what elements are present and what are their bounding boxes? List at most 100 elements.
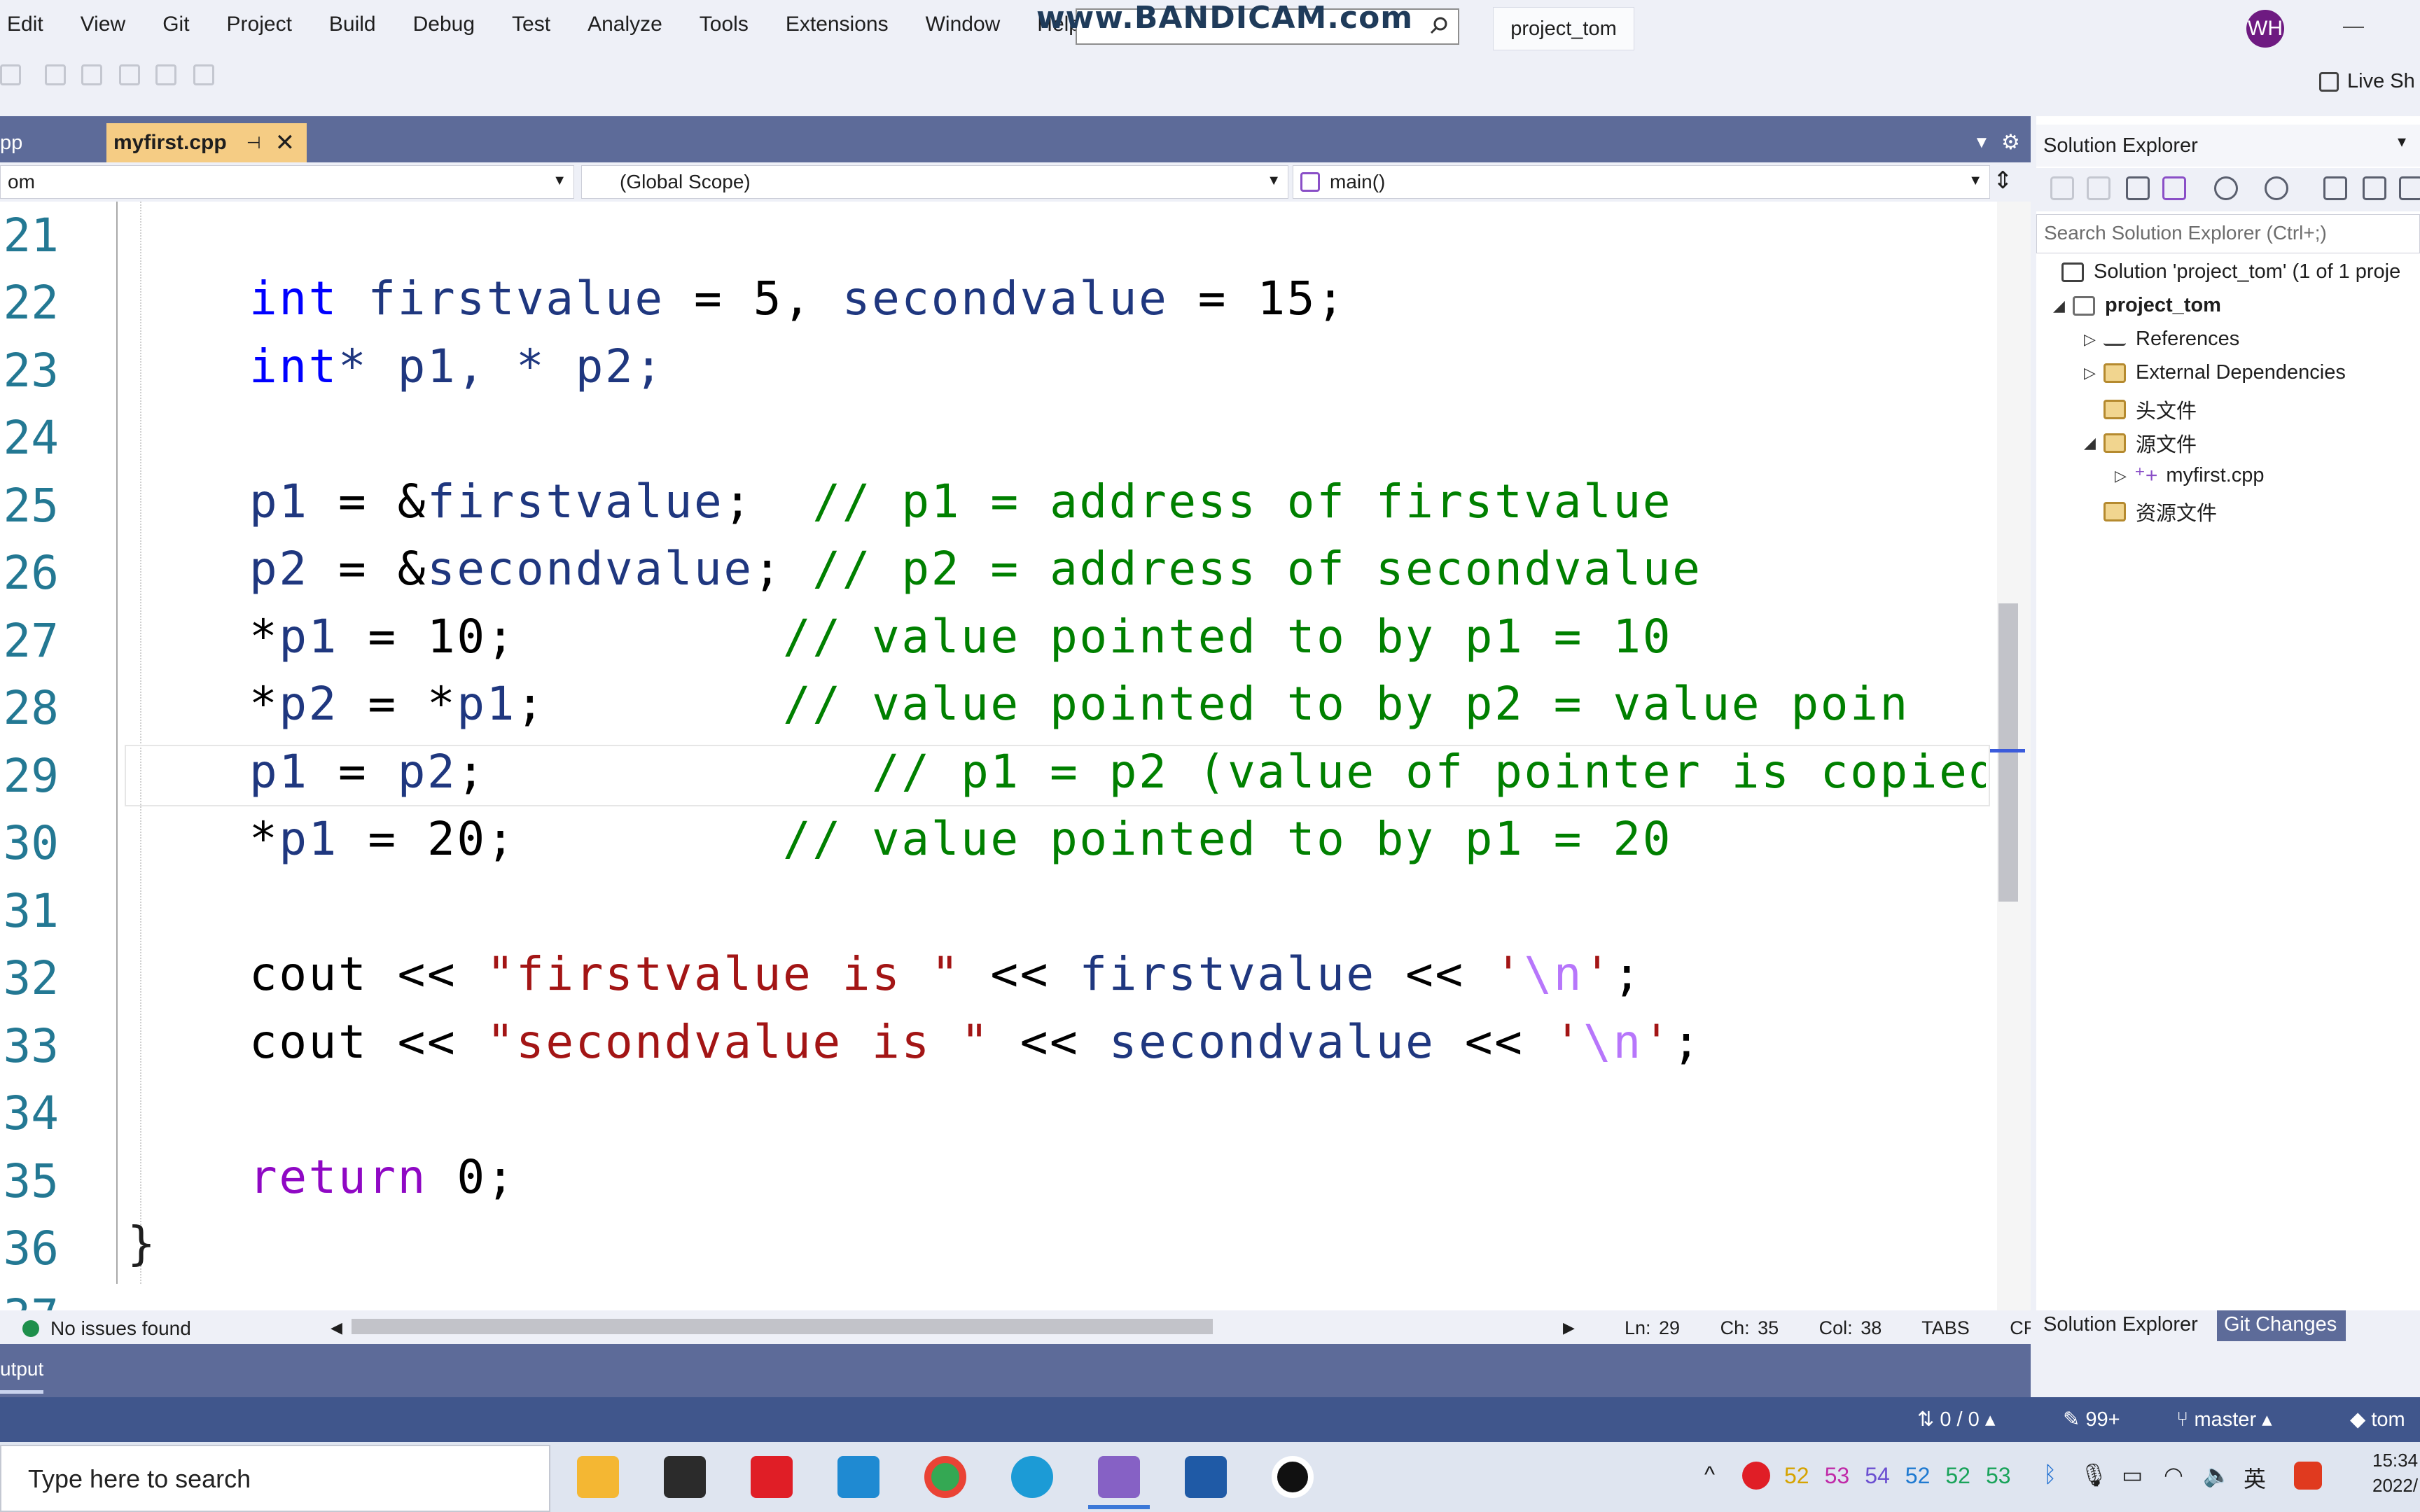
system-clock[interactable]: 15:34 2022/ (2372, 1448, 2418, 1498)
toolbar-icon[interactable] (45, 64, 66, 85)
tree-references[interactable]: ▷ References (2084, 328, 2239, 351)
code-line-25[interactable]: p1 = &firstvalue; // p1 = address of fir… (249, 475, 1672, 528)
code-line-30[interactable]: *p1 = 20; // value pointed to by p1 = 20 (249, 812, 1672, 866)
minimize-icon[interactable] (2343, 27, 2364, 28)
vscode-icon[interactable] (837, 1456, 879, 1498)
show-all-files-icon[interactable] (2399, 176, 2420, 200)
code-line-32[interactable]: cout << "firstvalue is " << firstvalue <… (249, 947, 1643, 1001)
code-line-35[interactable]: return 0; (249, 1150, 516, 1204)
solution-name-badge[interactable]: project_tom (1493, 7, 1634, 50)
youdao-dictionary-icon[interactable] (751, 1456, 793, 1498)
menu-view[interactable]: View (81, 13, 125, 36)
expanded-arrow-icon[interactable]: ◢ (2084, 434, 2103, 452)
code-line-22[interactable]: int firstvalue = 5, secondvalue = 15; (249, 272, 1346, 326)
solution-search-input[interactable]: Search Solution Explorer (Ctrl+;) (2036, 214, 2420, 253)
code-line-29[interactable]: p1 = p2; // p1 = p2 (value of pointer is… (249, 745, 1986, 799)
battery-icon[interactable]: ▭ (2122, 1462, 2143, 1488)
code-line-33[interactable]: cout << "secondvalue is " << secondvalue… (249, 1015, 1702, 1069)
file-explorer-icon[interactable] (577, 1456, 619, 1498)
code-line-26[interactable]: p2 = &secondvalue; // p2 = address of se… (249, 542, 1702, 596)
char-indicator[interactable]: Ch: 35 (1720, 1317, 1779, 1338)
tab-previous-file[interactable]: pp (0, 125, 105, 162)
close-icon[interactable]: ✕ (275, 129, 295, 157)
issues-indicator[interactable]: No issues found (22, 1317, 191, 1340)
volume-icon[interactable]: 🔈 (2203, 1462, 2231, 1488)
toolbar-icon[interactable] (155, 64, 176, 85)
pin-icon[interactable]: ⊣ (246, 133, 261, 153)
visual-studio-icon[interactable] (1098, 1456, 1140, 1498)
tree-solution[interactable]: Solution 'project_tom' (1 of 1 proje (2061, 260, 2400, 284)
tab-myfirst-cpp[interactable]: myfirst.cpp ⊣ ✕ (106, 123, 307, 162)
scroll-left-icon[interactable]: ◀ (331, 1319, 342, 1337)
tab-list-dropdown-icon[interactable]: ▼ (1973, 133, 1990, 153)
toolbar-icon[interactable] (0, 64, 21, 85)
indent-mode[interactable]: TABS (1921, 1317, 1970, 1338)
tray-app-icon[interactable] (1742, 1462, 1770, 1490)
edge-icon[interactable] (1011, 1456, 1053, 1498)
taskbar-search-input[interactable]: Type here to search (0, 1445, 550, 1512)
gear-icon[interactable]: ⚙ (2001, 130, 2020, 155)
forward-icon[interactable] (2087, 176, 2110, 200)
col-indicator[interactable]: Col: 38 (1819, 1317, 1882, 1338)
avatar[interactable]: WH (2246, 10, 2284, 48)
code-line-28[interactable]: *p2 = *p1; // value pointed to by p2 = v… (249, 677, 1986, 731)
wifi-icon[interactable]: ◠ (2164, 1462, 2183, 1488)
horizontal-scrollbar-thumb[interactable] (352, 1319, 1213, 1334)
terminal-icon[interactable] (664, 1456, 706, 1498)
scroll-right-icon[interactable]: ▶ (1563, 1319, 1575, 1337)
visio-icon[interactable] (1185, 1456, 1227, 1498)
globe-icon[interactable] (2214, 176, 2238, 200)
sogou-input-icon[interactable] (2294, 1462, 2322, 1490)
code-line-23[interactable]: int* p1, * p2; (249, 340, 665, 393)
collapse-all-icon[interactable] (2363, 176, 2386, 200)
collapsed-arrow-icon[interactable]: ▷ (2084, 364, 2103, 382)
code-line-27[interactable]: *p1 = 10; // value pointed to by p1 = 10 (249, 610, 1672, 664)
bluetooth-icon[interactable]: ᛒ (2043, 1462, 2057, 1488)
history-icon[interactable] (2265, 176, 2288, 200)
home-icon[interactable] (2126, 176, 2150, 200)
split-editor-icon[interactable]: ⇕ (1993, 167, 2013, 195)
expanded-arrow-icon[interactable]: ◢ (2053, 297, 2073, 315)
tree-resource-files[interactable]: 资源文件 (2103, 497, 2217, 526)
scope-dropdown[interactable]: (Global Scope) ▼ (581, 165, 1288, 199)
tree-header-files[interactable]: 头文件 (2103, 395, 2197, 424)
toolbar-icon[interactable] (193, 64, 214, 85)
menu-build[interactable]: Build (329, 13, 376, 36)
tree-source-files[interactable]: ◢ 源文件 (2084, 428, 2197, 458)
tab-git-changes[interactable]: Git Changes (2217, 1310, 2346, 1341)
recorder-icon[interactable] (1272, 1456, 1314, 1498)
tab-output[interactable]: utput (0, 1358, 43, 1380)
menu-tools[interactable]: Tools (700, 13, 749, 36)
tree-project[interactable]: ◢ project_tom (2053, 294, 2221, 317)
chrome-icon[interactable] (924, 1456, 966, 1498)
project-dropdown[interactable]: om ▼ (0, 165, 574, 199)
tab-solution-explorer[interactable]: Solution Explorer (2043, 1313, 2198, 1336)
chevron-down-icon[interactable]: ▾ (2398, 132, 2406, 152)
line-indicator[interactable]: Ln: 29 (1625, 1317, 1680, 1338)
sync-status[interactable]: ⇅ 0 / 0 ▴ (1917, 1407, 1995, 1432)
closing-brace[interactable]: } (127, 1217, 155, 1270)
microphone-icon[interactable]: 🎙 (2080, 1462, 2108, 1488)
vs-switch-views-icon[interactable] (2162, 176, 2186, 200)
menu-git[interactable]: Git (162, 13, 189, 36)
branch-selector[interactable]: ⑂ master ▴ (2176, 1407, 2272, 1432)
menu-project[interactable]: Project (227, 13, 292, 36)
tree-file-myfirst-cpp[interactable]: ▷ ⁺+ myfirst.cpp (2115, 463, 2265, 488)
menu-debug[interactable]: Debug (413, 13, 475, 36)
tree-external-dependencies[interactable]: ▷ External Dependencies (2084, 361, 2346, 384)
menu-extensions[interactable]: Extensions (786, 13, 889, 36)
menu-analyze[interactable]: Analyze (587, 13, 662, 36)
back-icon[interactable] (2050, 176, 2074, 200)
toolbar-icon[interactable] (81, 64, 102, 85)
vertical-scrollbar-thumb[interactable] (1998, 603, 2018, 902)
menu-edit[interactable]: Edit (7, 13, 43, 36)
ime-indicator[interactable]: 英 (2244, 1462, 2266, 1494)
collapsed-arrow-icon[interactable]: ▷ (2084, 330, 2103, 349)
sync-icon[interactable] (2323, 176, 2347, 200)
toolbar-icon[interactable] (119, 64, 140, 85)
menu-window[interactable]: Window (926, 13, 1001, 36)
repository-selector[interactable]: ◆ tom (2350, 1407, 2405, 1432)
member-dropdown[interactable]: main() ▼ (1293, 165, 1990, 199)
pending-edits[interactable]: ✎ 99+ (2063, 1407, 2120, 1432)
chevron-up-icon[interactable]: ^ (1704, 1462, 1715, 1488)
